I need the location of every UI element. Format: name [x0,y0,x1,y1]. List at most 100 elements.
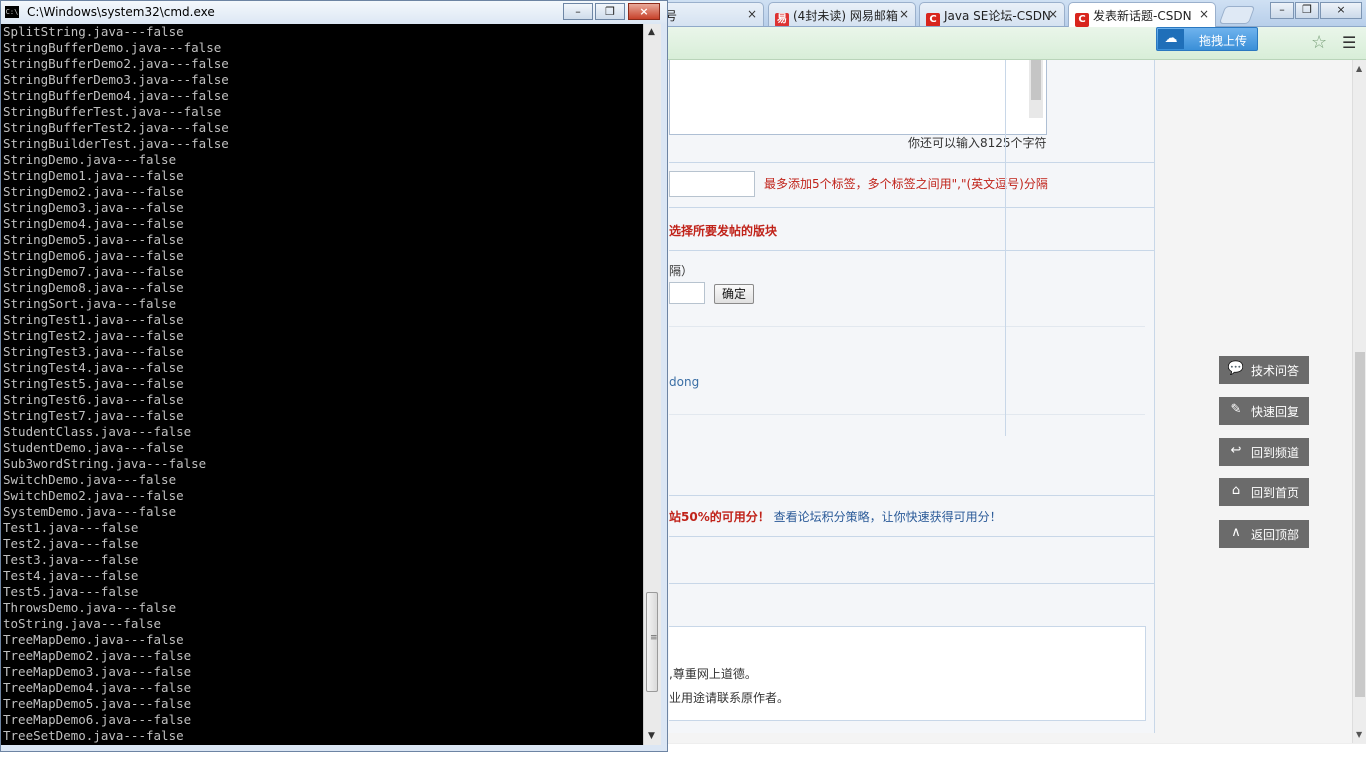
tab-label: 发表新话题-CSDN [1093,9,1192,23]
tab-javase-forum[interactable]: C Java SE论坛-CSDN × [919,2,1065,26]
console-line: TreeMapDemo2.java---false [3,648,192,663]
cmd-titlebar[interactable]: C:\ C:\Windows\system32\cmd.exe – ❐ × [1,1,667,24]
scroll-down-arrow-icon[interactable]: ▼ [1356,730,1362,739]
back-to-top-button[interactable]: ∧ 返回顶部 [1219,520,1309,548]
tab-netease-mail[interactable]: 易 (4封未读) 网易邮箱 × [768,2,916,26]
board-select-label: 选择所要发帖的版块 [669,224,778,238]
page-scrollbar[interactable]: ▲ ▼ [1352,60,1366,743]
console-line: StringBufferDemo4.java---false [3,88,229,103]
page-scroll-thumb[interactable] [1355,352,1365,697]
grip-icon: ≡ [650,633,658,643]
rule-line: 业用途请联系原作者。 [669,691,790,705]
side-button-label: 回到首页 [1251,486,1300,500]
scroll-up-arrow-icon[interactable]: ▲ [648,27,655,37]
editor-scroll-thumb[interactable] [1031,60,1041,100]
tab-label: (4封未读) 网易邮箱 [793,9,898,23]
console-line: StudentDemo.java---false [3,440,184,455]
console-line: StringDemo.java---false [3,152,177,167]
console-line: Test1.java---false [3,520,139,535]
browser-close-button[interactable]: × [1320,2,1362,19]
console-line: SplitString.java---false [3,24,184,39]
quick-reply-button[interactable]: ✎ 快速回复 [1219,397,1309,425]
tab-close-icon[interactable]: × [1199,7,1209,21]
console-line: TreeMapDemo3.java---false [3,664,192,679]
scroll-up-arrow-icon[interactable]: ▲ [1356,64,1362,73]
console-line: StringTest4.java---false [3,360,184,375]
tab-close-icon[interactable]: × [899,7,909,21]
points-hint: 站50%的可用分！ 查看论坛积分策略，让你快速获得可用分！ [669,508,1002,525]
side-button-label: 快速回复 [1251,405,1300,419]
chat-bubble-icon: 💬 [1227,361,1245,376]
back-to-channel-button[interactable]: ↩ 回到频道 [1219,438,1309,466]
cmd-close-button[interactable]: × [628,3,660,20]
divider [669,250,1154,251]
divider [669,495,1154,496]
console-line: StringBufferDemo2.java---false [3,56,229,71]
console-line: TreeMapDemo4.java---false [3,680,192,695]
cmd-app-icon: C:\ [5,6,19,18]
scroll-down-arrow-icon[interactable]: ▼ [648,731,655,741]
console-line: StringDemo2.java---false [3,184,184,199]
tab-close-icon[interactable]: × [1048,7,1058,21]
console-line: StringBuilderTest.java---false [3,136,229,151]
menu-icon[interactable]: ☰ [1342,33,1356,52]
console-line: SwitchDemo.java---false [3,472,177,487]
console-line: StringDemo1.java---false [3,168,184,183]
console-line: StringDemo6.java---false [3,248,184,263]
tab-new-topic[interactable]: C 发表新话题-CSDN × [1068,2,1216,27]
bookmark-star-icon[interactable]: ☆ [1311,32,1327,53]
browser-minimize-button[interactable]: – [1270,2,1294,19]
console-line: StringTest7.java---false [3,408,184,423]
divider [669,583,1154,584]
console-lines: SplitString.java---false StringBufferDemo… [1,24,643,744]
new-tab-button[interactable] [1218,6,1256,24]
points-policy-link[interactable]: 查看论坛积分策略，让你快速获得可用分！ [774,510,1002,524]
divider [669,536,1154,537]
cmd-minimize-button[interactable]: – [563,3,593,20]
console-line: Test5.java---false [3,584,139,599]
netease-mail-icon: 易 [775,13,789,26]
console-line: StringTest1.java---false [3,312,184,327]
console-line: StringTest2.java---false [3,328,184,343]
console-line: SwitchDemo2.java---false [3,488,184,503]
cmd-scrollbar[interactable]: ▲ ≡ ▼ [643,24,661,745]
browser-maximize-button[interactable]: ❐ [1295,2,1319,19]
cloud-upload-icon: ☁ [1158,29,1184,49]
csdn-icon: C [926,13,940,26]
console-line: TreeMapDemo.java---false [3,632,184,647]
console-line: StringDemo8.java---false [3,280,184,295]
points-red-text: 站50%的可用分！ [669,510,770,524]
post-editor-textarea[interactable] [669,60,1047,135]
console-line: toString.java---false [3,616,162,631]
partial-hint-text: 隔） [669,264,694,278]
back-to-home-button[interactable]: ⌂ 回到首页 [1219,478,1309,506]
rule-line: ,尊重网上道德。 [669,667,757,681]
console-output[interactable]: SplitString.java---false StringBufferDemo… [1,24,643,745]
console-line: StringTest6.java---false [3,392,184,407]
home-icon: ⌂ [1231,483,1241,498]
console-line: TreeMapDemo6.java---false [3,712,192,727]
user-link[interactable]: dong [669,375,699,389]
vertical-divider [1005,60,1006,436]
cmd-scroll-thumb[interactable]: ≡ [646,592,658,692]
tech-qa-button[interactable]: 💬 技术问答 [1219,356,1309,384]
divider [669,326,1145,327]
cmd-maximize-button[interactable]: ❐ [595,3,625,20]
editor-scrollbar[interactable] [1029,60,1043,118]
small-input-field[interactable] [669,282,705,304]
confirm-button[interactable]: 确定 [714,284,754,304]
console-line: SystemDemo.java---false [3,504,177,519]
console-line: ThrowsDemo.java---false [3,600,177,615]
console-line: StringDemo4.java---false [3,216,184,231]
divider [669,162,1154,163]
chevron-up-icon: ∧ [1231,525,1241,540]
console-line: TreeMapDemo5.java---false [3,696,192,711]
tag-input[interactable] [669,171,755,197]
tab-close-icon[interactable]: × [747,7,757,21]
console-line: StringTest5.java---false [3,376,184,391]
divider [669,207,1154,208]
drag-upload-button[interactable]: ☁ 拖拽上传 [1156,27,1258,51]
console-line: StringDemo7.java---false [3,264,184,279]
tab-label: Java SE论坛-CSDN [944,9,1051,23]
csdn-icon: C [1075,13,1089,27]
